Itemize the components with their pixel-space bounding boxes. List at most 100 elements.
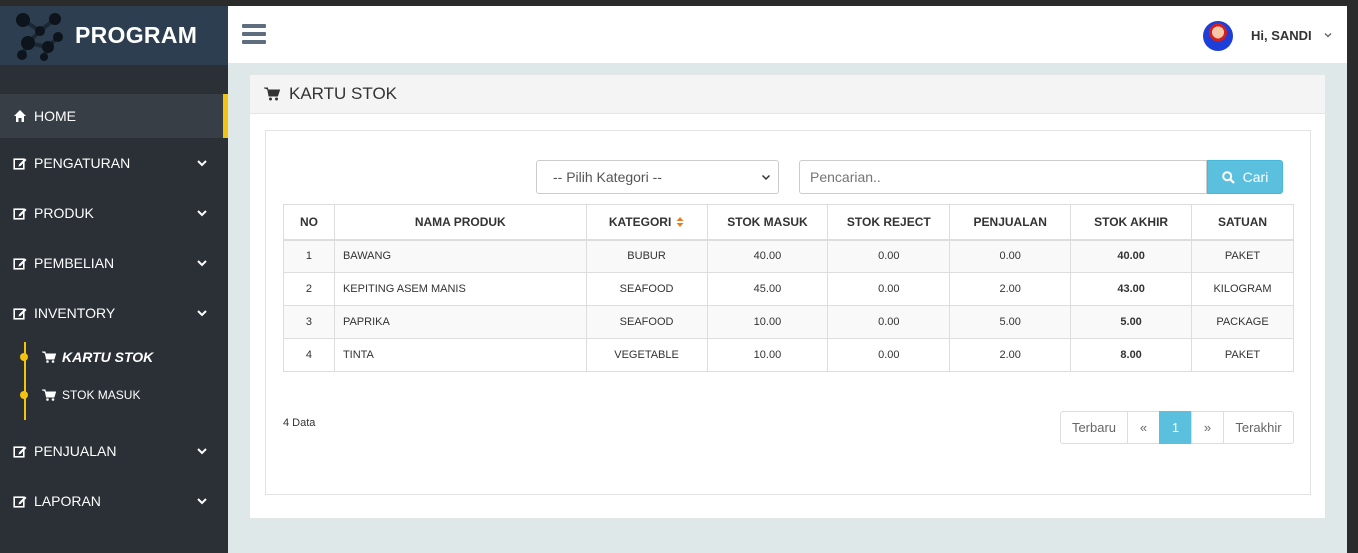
sidebar-subitem-kartu-stok[interactable]: KARTU STOK — [20, 349, 154, 365]
submenu-dot — [20, 353, 28, 361]
cell-no: 4 — [283, 338, 335, 372]
brand[interactable]: PROGRAM — [0, 6, 228, 65]
page-current-button[interactable]: 1 — [1159, 411, 1192, 444]
sidebar-subitem-stok-masuk[interactable]: STOK MASUK — [20, 388, 141, 402]
sidebar-item-penjualan[interactable]: PENJUALAN — [0, 426, 228, 476]
cell-stok-reject: 0.00 — [827, 338, 951, 372]
column-header-label: KATEGORI — [608, 214, 672, 229]
sidebar-item-laporan[interactable]: LAPORAN — [0, 476, 228, 526]
page-title: KARTU STOK — [289, 84, 398, 103]
table-row: 2 KEPITING ASEM MANIS SEAFOOD 45.00 0.00… — [283, 272, 1294, 306]
search-input[interactable] — [799, 160, 1207, 194]
column-header-no[interactable]: NO — [283, 204, 335, 241]
cell-kategori: SEAFOOD — [585, 272, 708, 306]
cell-stok-reject: 0.00 — [827, 305, 951, 339]
sidebar-item-produk[interactable]: PRODUK — [0, 188, 228, 238]
chevron-down-icon[interactable] — [1323, 30, 1333, 40]
chevron-down-icon — [197, 448, 207, 455]
brand-logo-icon — [16, 12, 63, 61]
cell-no: 1 — [283, 239, 335, 273]
top-header: Hi, SANDI — [228, 6, 1347, 63]
page-last-button[interactable]: Terakhir — [1223, 411, 1294, 444]
user-greeting[interactable]: Hi, SANDI — [1251, 28, 1312, 43]
sidebar-item-label: HOME — [34, 108, 76, 124]
cell-penjualan: 0.00 — [949, 239, 1072, 273]
inventory-submenu: KARTU STOK STOK MASUK — [0, 338, 228, 426]
pagination: Terbaru « 1 » Terakhir — [1060, 411, 1294, 444]
edit-icon — [13, 446, 27, 458]
cell-stok-masuk: 10.00 — [706, 338, 829, 372]
table-row: 3 PAPRIKA SEAFOOD 10.00 0.00 5.00 5.00 P… — [283, 305, 1294, 339]
sidebar-item-inventory[interactable]: INVENTORY — [0, 288, 228, 338]
panel-body: -- Pilih Kategori -- Cari NO NAMA PRODUK… — [265, 130, 1311, 495]
chevron-down-icon — [197, 210, 207, 217]
sort-icon — [676, 216, 684, 227]
cell-penjualan: 2.00 — [949, 272, 1072, 306]
chevron-down-icon — [197, 310, 207, 317]
cell-satuan: PACKAGE — [1191, 305, 1294, 339]
sidebar-subitem-label: KARTU STOK — [62, 349, 154, 365]
cell-nama-produk: BAWANG — [333, 239, 587, 273]
column-header-stok-akhir[interactable]: STOK AKHIR — [1070, 204, 1193, 241]
sidebar: PROGRAM HOME PENGATURAN PRODUK PEMBELIAN… — [0, 6, 228, 553]
panel-header: KARTU STOK — [250, 75, 1325, 114]
sidebar-item-label: PEMBELIAN — [34, 255, 115, 271]
cell-stok-akhir: 5.00 — [1070, 305, 1193, 339]
avatar[interactable] — [1203, 21, 1233, 51]
page-next-button[interactable]: » — [1191, 411, 1224, 444]
cell-stok-akhir: 43.00 — [1070, 272, 1193, 306]
stock-table: NO NAMA PRODUK KATEGORI STOK MASUK STOK … — [283, 204, 1294, 372]
table-row: 4 TINTA VEGETABLE 10.00 0.00 2.00 8.00 P… — [283, 338, 1294, 372]
cell-stok-akhir: 40.00 — [1070, 239, 1193, 273]
cell-kategori: VEGETABLE — [585, 338, 708, 372]
page-prev-button[interactable]: « — [1127, 411, 1160, 444]
sidebar-item-label: LAPORAN — [34, 493, 101, 509]
search-button[interactable]: Cari — [1207, 160, 1283, 194]
edit-icon — [13, 496, 27, 508]
cell-stok-reject: 0.00 — [827, 272, 951, 306]
chevron-down-icon — [197, 498, 207, 505]
search-button-label: Cari — [1242, 169, 1269, 185]
sidebar-item-label: PENJUALAN — [34, 443, 117, 459]
column-header-stok-masuk[interactable]: STOK MASUK — [706, 204, 829, 241]
cart-icon — [42, 389, 56, 401]
column-header-stok-reject[interactable]: STOK REJECT — [827, 204, 951, 241]
brand-name: PROGRAM — [75, 22, 198, 48]
sidebar-item-home[interactable]: HOME — [0, 94, 228, 138]
menu-toggle-icon[interactable] — [242, 24, 266, 44]
cell-no: 3 — [283, 305, 335, 339]
cell-penjualan: 5.00 — [949, 305, 1072, 339]
cell-satuan: PAKET — [1191, 338, 1294, 372]
column-header-nama-produk[interactable]: NAMA PRODUK — [333, 204, 587, 241]
table-header-row: NO NAMA PRODUK KATEGORI STOK MASUK STOK … — [283, 204, 1294, 241]
sidebar-subitem-label: STOK MASUK — [62, 388, 141, 402]
cell-kategori: BUBUR — [585, 239, 708, 273]
category-select[interactable]: -- Pilih Kategori -- — [536, 160, 779, 194]
cell-no: 2 — [283, 272, 335, 306]
cell-satuan: KILOGRAM — [1191, 272, 1294, 306]
cell-kategori: SEAFOOD — [585, 305, 708, 339]
column-header-penjualan[interactable]: PENJUALAN — [949, 204, 1072, 241]
edit-icon — [13, 158, 27, 170]
cell-stok-masuk: 45.00 — [706, 272, 829, 306]
submenu-dot — [20, 391, 28, 399]
cell-nama-produk: TINTA — [333, 338, 587, 372]
sidebar-item-pengaturan[interactable]: PENGATURAN — [0, 138, 228, 188]
cell-satuan: PAKET — [1191, 239, 1294, 273]
sidebar-item-pembelian[interactable]: PEMBELIAN — [0, 238, 228, 288]
cell-stok-masuk: 10.00 — [706, 305, 829, 339]
page-first-button[interactable]: Terbaru — [1060, 411, 1128, 444]
home-icon — [14, 110, 26, 122]
cell-nama-produk: PAPRIKA — [333, 305, 587, 339]
category-select-value: -- Pilih Kategori -- — [553, 169, 662, 185]
cell-stok-reject: 0.00 — [827, 239, 951, 273]
column-header-satuan[interactable]: SATUAN — [1191, 204, 1294, 241]
edit-icon — [13, 308, 27, 320]
column-header-kategori[interactable]: KATEGORI — [585, 204, 708, 241]
sidebar-nav: HOME PENGATURAN PRODUK PEMBELIAN INVENTO… — [0, 94, 228, 526]
cart-icon — [42, 351, 56, 363]
sidebar-item-label: PENGATURAN — [34, 155, 131, 171]
cell-stok-akhir: 8.00 — [1070, 338, 1193, 372]
edit-icon — [13, 208, 27, 220]
search-icon — [1221, 170, 1235, 184]
